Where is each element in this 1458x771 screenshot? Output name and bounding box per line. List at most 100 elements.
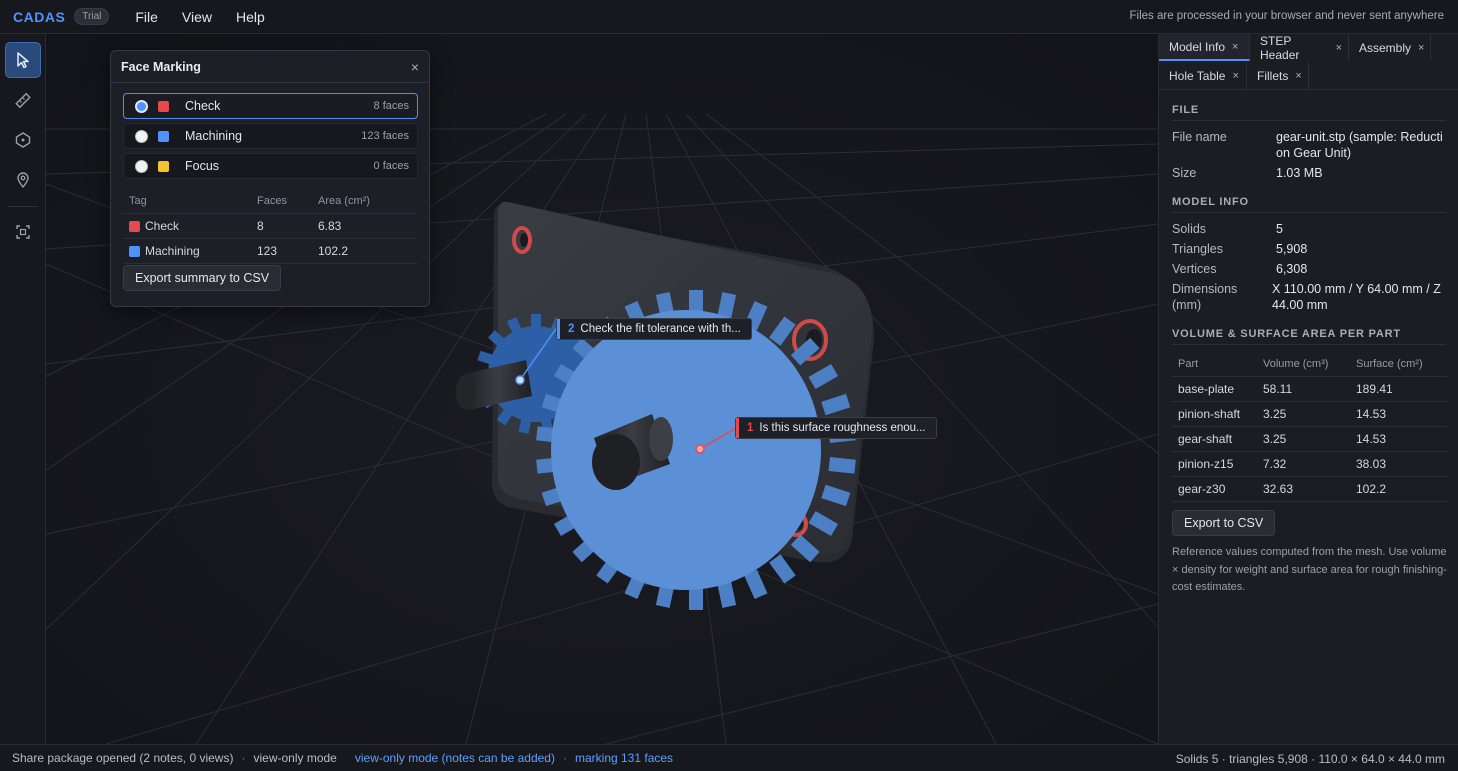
table-row: Check 8 6.83: [123, 214, 418, 239]
fit-view-button[interactable]: [5, 214, 41, 250]
menu-help[interactable]: Help: [224, 0, 277, 34]
solids-row: Solids 5: [1172, 221, 1447, 237]
label: Solids: [1172, 222, 1207, 236]
surface-cell: 189.41: [1356, 382, 1393, 396]
tab-step-header[interactable]: STEP Header ×: [1250, 33, 1349, 62]
tab-label: Hole Table: [1169, 68, 1226, 83]
col-surface: Surface (cm²): [1356, 358, 1423, 370]
dimensions-row: Dimensions (mm) X 110.00 mm / Y 64.00 mm…: [1172, 281, 1447, 313]
tag-row-focus[interactable]: Focus 0 faces: [123, 153, 418, 179]
select-tool-button[interactable]: [5, 42, 41, 78]
tag-row-check[interactable]: Check 8 faces: [123, 93, 418, 119]
tag-label: Machining: [185, 129, 242, 143]
face-marking-tool-button[interactable]: [5, 122, 41, 158]
table-row: Machining 123 102.2: [123, 239, 418, 264]
note-2[interactable]: 2 Check the fit tolerance with th...: [556, 318, 752, 340]
tag-name: Check: [145, 219, 180, 233]
close-icon[interactable]: ×: [1295, 70, 1301, 82]
note-1[interactable]: 1 Is this surface roughness enou...: [735, 417, 937, 439]
status-marking: marking 131 faces: [574, 751, 674, 765]
label: Vertices: [1172, 262, 1217, 276]
export-csv-button[interactable]: Export to CSV: [1172, 510, 1276, 536]
surface-cell: 102.2: [1356, 482, 1387, 496]
divider: [1172, 212, 1446, 213]
tab-bar: Model Info × STEP Header × Assembly × Hole …: [1159, 34, 1458, 90]
col-volume: Volume (cm³): [1263, 358, 1329, 370]
label: Triangles: [1172, 242, 1223, 256]
area-cell: 6.83: [318, 219, 342, 233]
divider: [1172, 120, 1446, 121]
tag-cell: Check: [123, 219, 257, 233]
surface-cell: 14.53: [1356, 407, 1387, 421]
volume-cell: 58.11: [1263, 382, 1293, 396]
volume-cell: 32.63: [1263, 482, 1294, 496]
menu-file[interactable]: File: [123, 0, 170, 34]
app-logo: CADAS: [13, 8, 66, 25]
radio-focus[interactable]: [135, 159, 148, 173]
tag-cell: Machining: [123, 244, 257, 258]
faces-cell: 8: [257, 219, 264, 233]
col-tag: Tag: [129, 195, 147, 207]
value: 6,308: [1276, 262, 1308, 276]
tab-model-info[interactable]: Model Info ×: [1159, 34, 1250, 61]
status-bar: Share package opened (2 notes, 0 views) …: [0, 744, 1458, 771]
face-marking-panel: Face Marking × Check 8 faces Machining 1…: [110, 50, 430, 307]
color-swatch: [158, 100, 169, 112]
status-model-stats: Solids 5 · triangles 5,908 · 110.0 × 64.…: [1175, 752, 1445, 766]
top-bar: CADAS Trial File View Help Files are pro…: [0, 0, 1458, 34]
part-cell: gear-shaft: [1178, 432, 1233, 446]
tab-label: Assembly: [1359, 40, 1412, 55]
panel-title: Face Marking: [121, 59, 201, 74]
status-separator: ·: [562, 751, 567, 765]
measure-tool-button[interactable]: [5, 82, 41, 118]
divider: [1172, 344, 1446, 345]
volume-cell: 3.25: [1263, 407, 1287, 421]
size-row: Size 1.03 MB: [1172, 165, 1447, 181]
area-cell: 102.2: [318, 244, 349, 258]
export-summary-button[interactable]: Export summary to CSV: [123, 265, 282, 291]
close-icon[interactable]: ×: [411, 59, 419, 75]
tag-row-machining[interactable]: Machining 123 faces: [123, 123, 418, 149]
tag-name: Machining: [145, 244, 200, 258]
tag-count: 123 faces: [361, 130, 409, 142]
left-toolbar: [0, 34, 46, 744]
toolbar-divider: [8, 206, 38, 207]
tab-assembly[interactable]: Assembly ×: [1349, 34, 1431, 61]
tab-fillets[interactable]: Fillets ×: [1247, 62, 1309, 89]
section-volume: VOLUME & SURFACE AREA PER PART: [1172, 328, 1401, 340]
part-cell: base-plate: [1178, 382, 1235, 396]
col-area: Area (cm²): [318, 195, 370, 207]
value: 1.03 MB: [1276, 166, 1323, 180]
note-text: Is this surface roughness enou...: [759, 422, 926, 434]
tab-label: STEP Header: [1260, 33, 1300, 62]
volume-cell: 3.25: [1263, 432, 1287, 446]
tag-label: Focus: [185, 159, 220, 173]
map-pin-icon: [17, 172, 29, 189]
label: File name: [1172, 130, 1227, 144]
table-row: pinion-shaft 3.25 14.53: [1172, 402, 1447, 427]
privacy-note: Files are processed in your browser and …: [1129, 10, 1445, 22]
col-faces: Faces: [257, 195, 287, 207]
close-icon[interactable]: ×: [1232, 70, 1238, 82]
trial-badge: Trial: [74, 8, 110, 25]
close-icon[interactable]: ×: [1418, 42, 1424, 54]
part-cell: pinion-shaft: [1178, 407, 1241, 421]
table-row: pinion-z15 7.32 38.03: [1172, 452, 1447, 477]
shape-icon: [15, 132, 31, 148]
part-cell: gear-z30: [1178, 482, 1226, 496]
close-icon[interactable]: ×: [1232, 41, 1238, 53]
radio-machining[interactable]: [135, 129, 148, 143]
volume-cell: 7.32: [1263, 457, 1287, 471]
radio-check[interactable]: [135, 99, 148, 113]
section-file: FILE: [1172, 104, 1200, 116]
select-arrow-icon: [17, 52, 29, 69]
vertices-row: Vertices 6,308: [1172, 261, 1447, 277]
close-icon[interactable]: ×: [1336, 42, 1342, 54]
tab-hole-table[interactable]: Hole Table ×: [1159, 62, 1247, 89]
value: 5,908: [1276, 242, 1308, 256]
menu-view[interactable]: View: [170, 0, 224, 34]
annotation-tool-button[interactable]: [5, 162, 41, 198]
status-mode: view-only mode: [253, 751, 337, 765]
tag-count: 8 faces: [373, 100, 409, 112]
color-swatch: [129, 245, 140, 257]
